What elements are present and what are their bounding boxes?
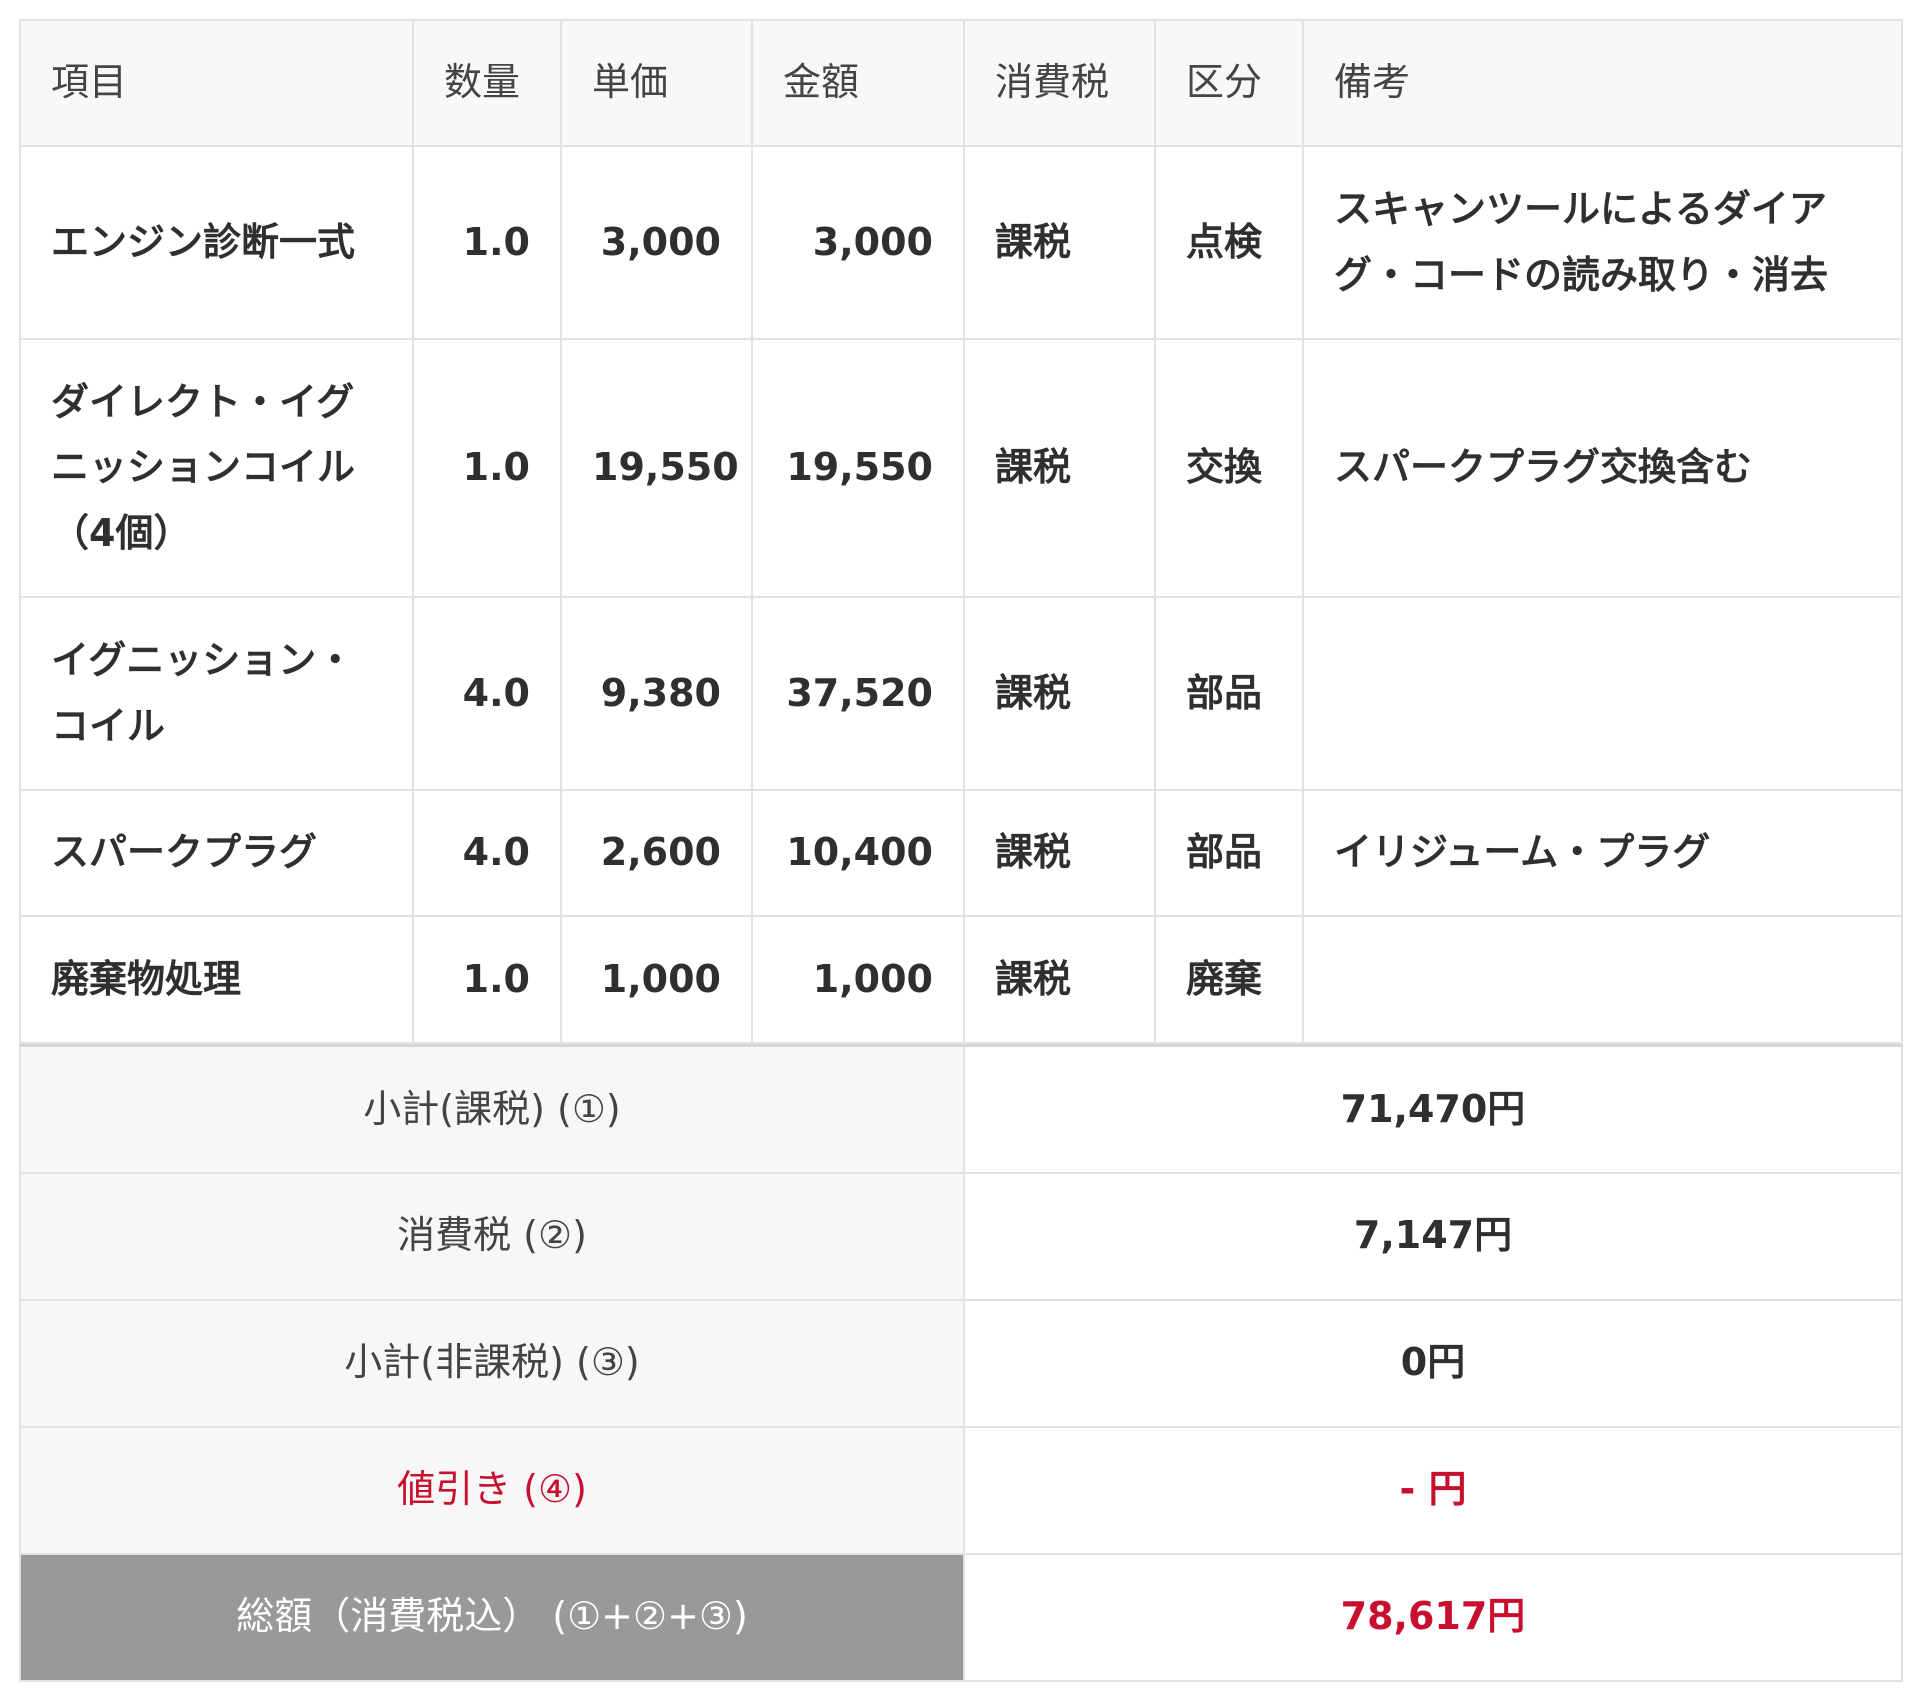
total-label: 総額（消費税込） (①+②+③) [19,1552,965,1682]
row-unit-price: 19,550 [560,338,753,598]
row-note: イリジューム・プラグ [1302,789,1903,917]
row-item: ダイレクト・イグニッションコイル（4個） [19,338,414,598]
consumption-tax-label: 消費税 (②) [19,1171,965,1301]
table-row: エンジン診断一式 1.0 3,000 3,000 課税 点検 スキャンツールによ… [19,145,1903,340]
row-item: エンジン診断一式 [19,145,414,340]
row-tax: 課税 [963,338,1156,598]
row-amount: 19,550 [751,338,965,598]
discount-value: - 円 [963,1425,1903,1555]
row-note [1302,596,1903,791]
row-note: スキャンツールによるダイアグ・コードの読み取り・消去 [1302,145,1903,340]
row-category: 部品 [1154,789,1304,917]
row-tax: 課税 [963,596,1156,791]
estimate-container: 項目 数量 単価 金額 消費税 区分 備考 エンジン診断一式 1.0 3,000… [19,19,1903,1682]
table-row: ダイレクト・イグニッションコイル（4個） 1.0 19,550 19,550 課… [19,338,1903,598]
subtotal-taxable-label: 小計(課税) (①) [19,1044,965,1174]
summary-row-total: 総額（消費税込） (①+②+③) 78,617円 [19,1552,1903,1682]
row-category: 部品 [1154,596,1304,791]
table-row: スパークプラグ 4.0 2,600 10,400 課税 部品 イリジューム・プラ… [19,789,1903,917]
row-item: イグニッション・コイル [19,596,414,791]
table-row: イグニッション・コイル 4.0 9,380 37,520 課税 部品 [19,596,1903,791]
row-amount: 3,000 [751,145,965,340]
row-category: 廃棄 [1154,915,1304,1044]
header-tax: 消費税 [963,19,1156,147]
header-item: 項目 [19,19,414,147]
row-tax: 課税 [963,145,1156,340]
row-tax: 課税 [963,915,1156,1044]
row-note: スパークプラグ交換含む [1302,338,1903,598]
estimate-items-table: 項目 数量 単価 金額 消費税 区分 備考 エンジン診断一式 1.0 3,000… [19,19,1903,1044]
row-category: 点検 [1154,145,1304,340]
total-value: 78,617円 [963,1552,1903,1682]
table-header-row: 項目 数量 単価 金額 消費税 区分 備考 [19,19,1903,147]
subtotal-nontaxable-value: 0円 [963,1298,1903,1428]
row-quantity: 1.0 [412,145,562,340]
consumption-tax-value: 7,147円 [963,1171,1903,1301]
discount-label: 値引き (④) [19,1425,965,1555]
row-item: 廃棄物処理 [19,915,414,1044]
table-row: 廃棄物処理 1.0 1,000 1,000 課税 廃棄 [19,915,1903,1044]
row-note [1302,915,1903,1044]
row-unit-price: 3,000 [560,145,753,340]
subtotal-nontaxable-label: 小計(非課税) (③) [19,1298,965,1428]
row-category: 交換 [1154,338,1304,598]
header-quantity: 数量 [412,19,562,147]
row-unit-price: 1,000 [560,915,753,1044]
row-unit-price: 9,380 [560,596,753,791]
summary-row-discount: 値引き (④) - 円 [19,1425,1903,1555]
row-tax: 課税 [963,789,1156,917]
header-amount: 金額 [751,19,965,147]
summary-row-subtotal-nontaxable: 小計(非課税) (③) 0円 [19,1298,1903,1428]
row-item: スパークプラグ [19,789,414,917]
row-amount: 37,520 [751,596,965,791]
subtotal-taxable-value: 71,470円 [963,1044,1903,1174]
row-amount: 1,000 [751,915,965,1044]
estimate-summary-table: 小計(課税) (①) 71,470円 消費税 (②) 7,147円 小計(非課税… [19,1044,1903,1682]
row-quantity: 1.0 [412,338,562,598]
summary-row-subtotal-taxable: 小計(課税) (①) 71,470円 [19,1044,1903,1174]
row-quantity: 4.0 [412,596,562,791]
row-quantity: 4.0 [412,789,562,917]
row-unit-price: 2,600 [560,789,753,917]
header-note: 備考 [1302,19,1903,147]
header-unit-price: 単価 [560,19,753,147]
summary-row-consumption-tax: 消費税 (②) 7,147円 [19,1171,1903,1301]
row-quantity: 1.0 [412,915,562,1044]
header-category: 区分 [1154,19,1304,147]
row-amount: 10,400 [751,789,965,917]
